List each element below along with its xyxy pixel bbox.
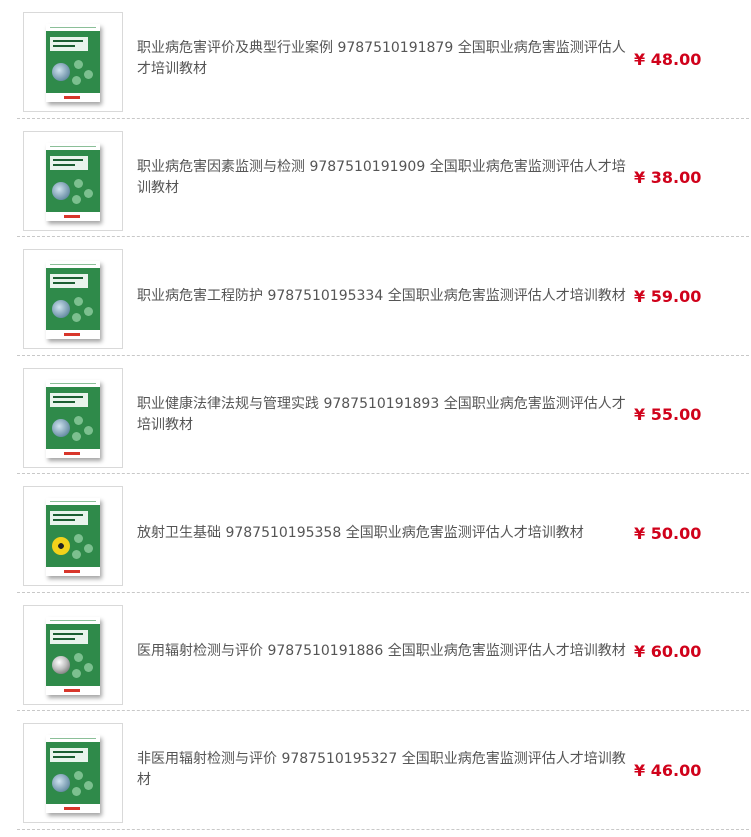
book-cover-icon (46, 261, 100, 339)
product-title-link[interactable]: 放射卫生基础 9787510195358 全国职业病危害监测评估人才培训教材 (137, 474, 627, 592)
product-item: 职业病危害因素监测与检测 9787510191909 全国职业病危害监测评估人才… (17, 119, 749, 237)
product-title-link[interactable]: 职业病危害评价及典型行业案例 9787510191879 全国职业病危害监测评估… (137, 0, 627, 118)
book-cover-icon (46, 735, 100, 813)
radiation-book-cover-icon (46, 498, 100, 576)
product-item: 医用辐射检测与评价 9787510191886 全国职业病危害监测评估人才培训教… (17, 593, 749, 711)
product-price: ¥ 38.00 (634, 168, 702, 187)
product-thumbnail[interactable] (23, 12, 123, 112)
product-item: 非医用辐射检测与评价 9787510195327 全国职业病危害监测评估人才培训… (17, 711, 749, 830)
product-price: ¥ 59.00 (634, 286, 702, 306)
book-cover-icon (46, 24, 100, 102)
product-title-link[interactable]: 非医用辐射检测与评价 9787510195327 全国职业病危害监测评估人才培训… (137, 711, 627, 829)
product-price: ¥ 60.00 (634, 642, 702, 661)
product-title-link[interactable]: 医用辐射检测与评价 9787510191886 全国职业病危害监测评估人才培训教… (137, 593, 627, 711)
book-cover-icon (46, 142, 100, 221)
product-item: 职业病危害工程防护 9787510195334 全国职业病危害监测评估人才培训教… (17, 237, 749, 356)
product-item: 职业病危害评价及典型行业案例 9787510191879 全国职业病危害监测评估… (17, 0, 749, 119)
product-thumbnail[interactable] (23, 604, 123, 705)
product-title-link[interactable]: 职业健康法律法规与管理实践 9787510191893 全国职业病危害监测评估人… (137, 356, 627, 474)
product-thumbnail[interactable] (23, 367, 123, 468)
product-price: ¥ 55.00 (634, 405, 702, 424)
product-title-link[interactable]: 职业病危害因素监测与检测 9787510191909 全国职业病危害监测评估人才… (137, 119, 627, 237)
product-thumbnail[interactable] (23, 723, 123, 823)
product-item: 职业健康法律法规与管理实践 9787510191893 全国职业病危害监测评估人… (17, 356, 749, 474)
product-price: ¥ 48.00 (634, 49, 702, 69)
product-thumbnail[interactable] (23, 249, 123, 349)
product-list: 职业病危害评价及典型行业案例 9787510191879 全国职业病危害监测评估… (0, 0, 751, 830)
product-thumbnail[interactable] (23, 130, 123, 231)
book-cover-icon (46, 616, 100, 695)
product-thumbnail[interactable] (23, 486, 123, 586)
product-price: ¥ 46.00 (634, 760, 702, 780)
product-item: 放射卫生基础 9787510195358 全国职业病危害监测评估人才培训教材 ¥… (17, 474, 749, 593)
product-price: ¥ 50.00 (634, 523, 702, 543)
book-cover-icon (46, 379, 100, 458)
product-title-link[interactable]: 职业病危害工程防护 9787510195334 全国职业病危害监测评估人才培训教… (137, 237, 627, 355)
